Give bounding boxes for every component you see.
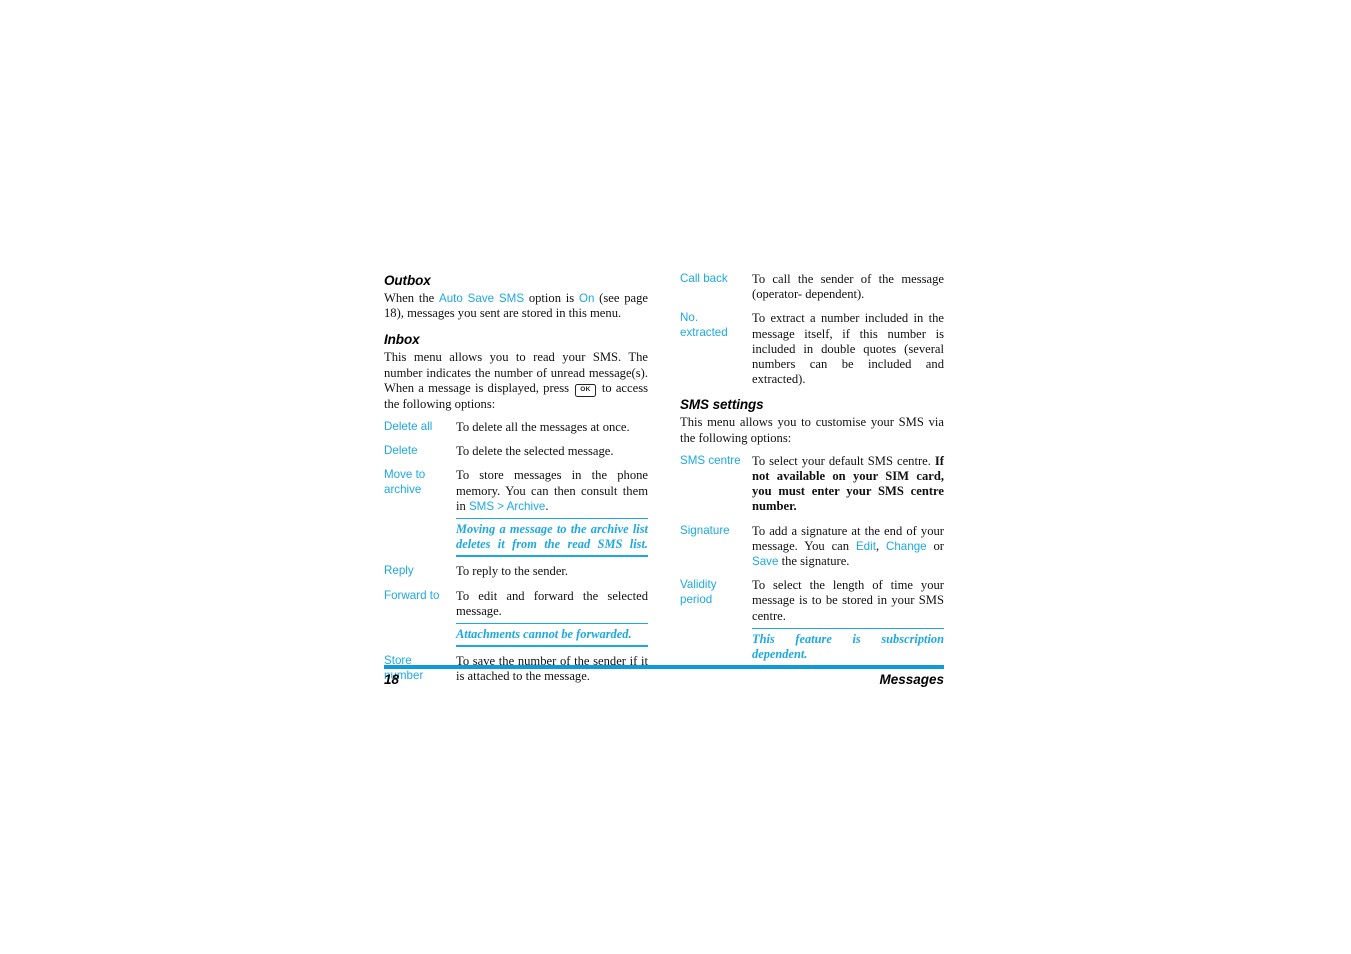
table-row: No. extracted To extract a number includ… [680, 311, 944, 396]
option-desc-validity-period: To select the length of time your messag… [752, 578, 944, 674]
sms-settings-intro: This menu allows you to customise your S… [680, 415, 944, 445]
inbox-paragraph: This menu allows you to read your SMS. T… [384, 350, 648, 412]
sms-centre-text-prefix: To select your default SMS centre. [752, 453, 935, 468]
outbox-text-mid: option is [524, 291, 579, 305]
table-row: Call back To call the sender of the mess… [680, 272, 944, 311]
footer-chapter-title: Messages [879, 671, 944, 687]
inbox-options-table: Delete all To delete all the messages at… [384, 420, 648, 694]
breadcrumb-separator: > [494, 499, 507, 513]
note-text-move-to-archive: Moving a message to the archive list del… [456, 522, 648, 552]
note-text-attachments: Attachments cannot be forwarded. [456, 627, 632, 642]
option-label-call-back[interactable]: Call back [680, 272, 752, 311]
signature-comma: , [875, 538, 886, 553]
heading-outbox: Outbox [384, 273, 431, 288]
forward-to-text: To edit and forward the selected message… [456, 588, 648, 618]
option-label-forward-to[interactable]: Forward to [384, 589, 456, 655]
signature-or: or [926, 538, 945, 553]
footer-rule [384, 665, 944, 669]
option-label-delete[interactable]: Delete [384, 444, 456, 468]
sms-settings-options-table: SMS centre To select your default SMS ce… [680, 454, 944, 674]
table-row: Delete all To delete all the messages at… [384, 420, 648, 444]
link-save[interactable]: Save [752, 555, 778, 568]
option-label-sms-centre[interactable]: SMS centre [680, 454, 752, 524]
option-label-no-extracted[interactable]: No. extracted [680, 311, 752, 396]
page-footer: 18 Messages [384, 665, 944, 687]
ok-key-icon: OK [575, 383, 596, 397]
heading-sms-settings: SMS settings [680, 397, 764, 413]
option-label-delete-all[interactable]: Delete all [384, 420, 456, 444]
table-row: Forward to To edit and forward the selec… [384, 589, 648, 655]
signature-text-suffix: the signature. [778, 554, 850, 569]
table-row: Reply To reply to the sender. [384, 564, 648, 588]
table-row: Delete To delete the selected message. [384, 444, 648, 468]
table-row: Signature To add a signature at the end … [680, 524, 944, 579]
note-box-subscription: This feature is subscription dependent. [752, 627, 944, 668]
option-desc-signature: To add a signature at the end of your me… [752, 524, 944, 579]
table-row: SMS centre To select your default SMS ce… [680, 454, 944, 524]
right-text-column: Call back To call the sender of the mess… [680, 272, 944, 674]
link-edit[interactable]: Edit [856, 540, 876, 553]
option-desc-delete: To delete the selected message. [456, 444, 614, 459]
link-sms[interactable]: SMS [469, 500, 494, 513]
option-desc-sms-centre: To select your default SMS centre. If no… [752, 454, 944, 524]
validity-period-text: To select the length of time your messag… [752, 578, 944, 623]
move-archive-text-suffix: . [545, 498, 549, 513]
note-box-move-to-archive: Moving a message to the archive list del… [456, 518, 648, 558]
option-desc-forward-to: To edit and forward the selected message… [456, 589, 648, 655]
outbox-text-prefix: When the [384, 291, 439, 305]
link-change[interactable]: Change [886, 540, 927, 553]
left-text-column: Outbox When the Auto Save SMS option is … [384, 272, 648, 694]
option-label-signature[interactable]: Signature [680, 524, 752, 579]
table-row: Validity period To select the length of … [680, 578, 944, 674]
option-desc-delete-all: To delete all the messages at once. [456, 420, 630, 435]
option-desc-move-to-archive: To store messages in the phone memory. Y… [456, 468, 648, 564]
table-row: Move to archive To store messages in the… [384, 468, 648, 564]
option-label-validity-period[interactable]: Validity period [680, 578, 752, 674]
note-text-subscription: This feature is subscription dependent. [752, 631, 944, 662]
option-desc-call-back: To call the sender of the message (opera… [752, 272, 944, 302]
link-archive[interactable]: Archive [507, 500, 546, 513]
page-content-area: Outbox When the Auto Save SMS option is … [384, 272, 944, 692]
link-auto-save-sms[interactable]: Auto Save SMS [439, 292, 524, 305]
option-desc-reply: To reply to the sender. [456, 564, 569, 579]
inbox-options-continued-table: Call back To call the sender of the mess… [680, 272, 944, 396]
option-desc-no-extracted: To extract a number included in the mess… [752, 311, 944, 387]
footer-row: 18 Messages [384, 672, 944, 687]
option-label-move-to-archive[interactable]: Move to archive [384, 468, 456, 564]
link-on[interactable]: On [579, 292, 594, 305]
note-box-attachments: Attachments cannot be forwarded. [456, 623, 648, 648]
outbox-paragraph: When the Auto Save SMS option is On (see… [384, 291, 648, 321]
option-label-reply[interactable]: Reply [384, 564, 456, 588]
manual-page-sheet: Outbox When the Auto Save SMS option is … [0, 0, 1351, 954]
footer-page-number: 18 [384, 671, 400, 687]
heading-inbox: Inbox [384, 332, 420, 348]
